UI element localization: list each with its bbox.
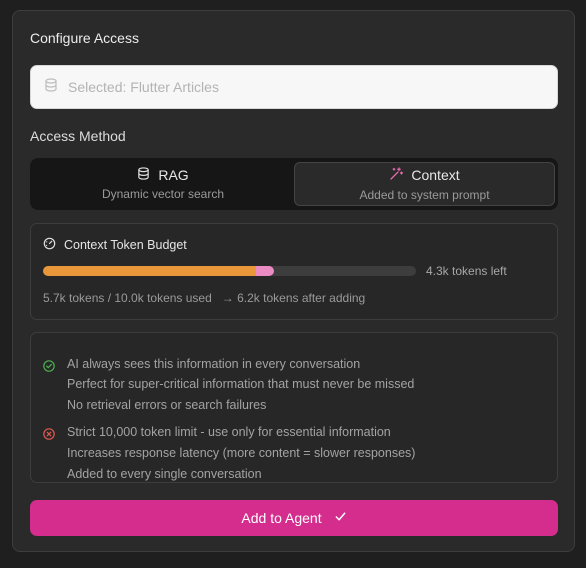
magic-wand-icon (389, 166, 404, 184)
pros-cons-card: AI always sees this information in every… (30, 332, 558, 483)
selector-text: Selected: Flutter Articles (68, 79, 219, 95)
option-rag[interactable]: RAG Dynamic vector search (34, 162, 292, 206)
option-context-label: Context (411, 167, 460, 183)
option-context[interactable]: Context Added to system prompt (294, 162, 555, 206)
pro-item: AI always sees this information in every… (67, 357, 361, 371)
budget-title: Context Token Budget (64, 238, 187, 252)
token-budget-card: Context Token Budget 4.3k tokens left 5.… (30, 223, 558, 320)
token-used-fill (43, 266, 256, 276)
database-icon (137, 167, 150, 183)
con-item: Strict 10,000 token limit - use only for… (67, 425, 391, 439)
pro-item: Perfect for super-critical information t… (67, 377, 415, 391)
access-method-toggle: RAG Dynamic vector search Context Added … (30, 158, 558, 210)
tokens-used: 5.7k tokens / 10.0k tokens used (43, 291, 212, 305)
token-adding-fill (255, 266, 275, 276)
pro-item: No retrieval errors or search failures (67, 398, 267, 412)
token-progress-bar (43, 266, 416, 276)
add-to-agent-button[interactable]: Add to Agent (30, 500, 558, 536)
con-item: Increases response latency (more content… (67, 446, 416, 460)
access-method-label: Access Method (30, 128, 126, 144)
tokens-left: 4.3k tokens left (426, 264, 507, 278)
token-usage-text: 5.7k tokens / 10.0k tokens used → 6.2k to… (43, 291, 365, 305)
check-circle-icon (43, 359, 55, 372)
configure-access-panel: Configure Access Selected: Flutter Artic… (12, 10, 575, 552)
option-context-description: Added to system prompt (359, 187, 490, 202)
x-circle-icon (43, 427, 55, 440)
check-icon (334, 510, 347, 526)
gauge-icon (43, 237, 56, 253)
add-button-label: Add to Agent (241, 510, 322, 526)
tokens-after-adding: → 6.2k tokens after adding (221, 291, 366, 305)
database-icon (44, 77, 58, 97)
option-rag-label: RAG (158, 167, 189, 183)
panel-title: Configure Access (30, 30, 139, 46)
knowledge-selector[interactable]: Selected: Flutter Articles (30, 65, 558, 109)
option-rag-description: Dynamic vector search (101, 187, 225, 201)
con-item: Added to every single conversation (67, 467, 262, 481)
